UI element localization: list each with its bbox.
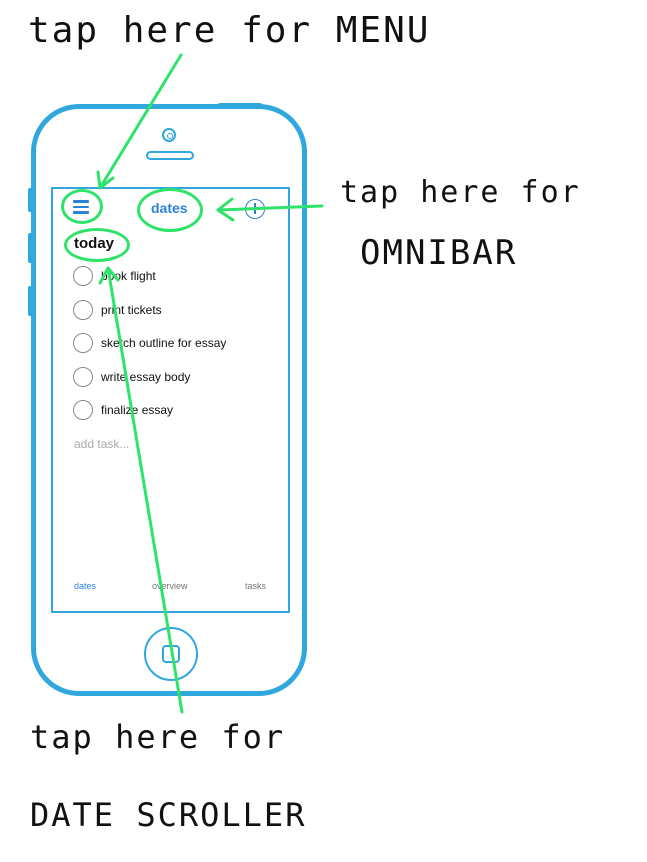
omnibar-arrow	[216, 204, 324, 212]
annotation-arrows	[96, 53, 324, 714]
date-scroller-arrow	[106, 266, 184, 714]
menu-arrow	[98, 53, 183, 190]
